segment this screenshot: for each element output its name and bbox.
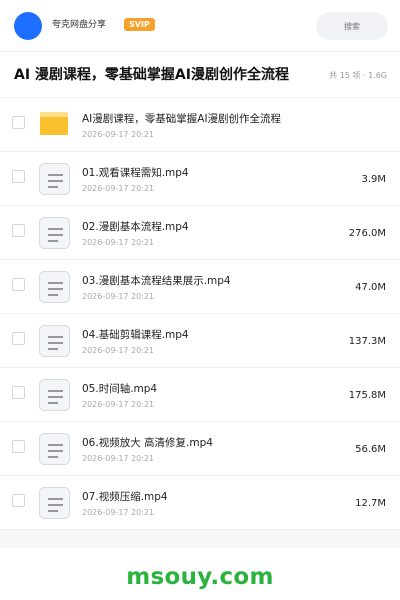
file-size: 47.0M <box>355 282 386 293</box>
file-row[interactable]: AI漫剧课程，零基础掌握AI漫剧创作全流程 2026-09-17 20:21 <box>0 98 400 152</box>
file-date: 2026-09-17 20:21 <box>82 400 155 409</box>
file-size: 3.9M <box>361 174 386 185</box>
file-row[interactable]: 02.漫剧基本流程.mp4 2026-09-17 20:21 276.0M <box>0 206 400 260</box>
file-name: 04.基础剪辑课程.mp4 <box>82 329 189 341</box>
file-row[interactable]: 04.基础剪辑课程.mp4 2026-09-17 20:21 137.3M <box>0 314 400 368</box>
file-icon <box>39 433 70 465</box>
search-input[interactable] <box>316 12 388 40</box>
file-row[interactable]: 07.视频压缩.mp4 2026-09-17 20:21 12.7M <box>0 476 400 530</box>
row-checkbox[interactable] <box>12 224 25 237</box>
file-name: 07.视频压缩.mp4 <box>82 491 168 503</box>
file-date: 2026-09-17 20:21 <box>82 454 155 463</box>
row-checkbox[interactable] <box>12 440 25 453</box>
footer: msouy.com <box>0 548 400 600</box>
folder-icon <box>39 109 70 141</box>
file-icon <box>39 487 70 519</box>
row-checkbox[interactable] <box>12 278 25 291</box>
file-name: 03.漫剧基本流程结果展示.mp4 <box>82 275 231 287</box>
file-name: 01.观看课程需知.mp4 <box>82 167 189 179</box>
user-avatar[interactable] <box>14 12 42 40</box>
file-size: 12.7M <box>355 498 386 509</box>
folder-meta: 共 15 项 · 1.6G <box>329 71 387 80</box>
page-title: AI 漫剧课程，零基础掌握AI漫剧创作全流程 <box>14 67 289 83</box>
file-icon <box>39 217 70 249</box>
row-checkbox[interactable] <box>12 116 25 129</box>
file-date: 2026-09-17 20:21 <box>82 238 155 247</box>
file-size: 175.8M <box>348 390 386 401</box>
row-checkbox[interactable] <box>12 170 25 183</box>
watermark-text: msouy.com <box>126 564 274 590</box>
file-row[interactable]: 05.时间轴.mp4 2026-09-17 20:21 175.8M <box>0 368 400 422</box>
file-icon <box>39 379 70 411</box>
file-date: 2026-09-17 20:21 <box>82 346 155 355</box>
file-list: AI漫剧课程，零基础掌握AI漫剧创作全流程 2026-09-17 20:21 01.… <box>0 98 400 530</box>
file-row[interactable]: 01.观看课程需知.mp4 2026-09-17 20:21 3.9M <box>0 152 400 206</box>
file-name: 02.漫剧基本流程.mp4 <box>82 221 189 233</box>
file-name: 05.时间轴.mp4 <box>82 383 158 395</box>
app-header: 夸克网盘分享 SVIP <box>0 0 400 52</box>
file-date: 2026-09-17 20:21 <box>82 184 155 193</box>
row-checkbox[interactable] <box>12 386 25 399</box>
file-date: 2026-09-17 20:21 <box>82 292 155 301</box>
file-name: 06.视频放大 高清修复.mp4 <box>82 437 213 449</box>
file-row[interactable]: 03.漫剧基本流程结果展示.mp4 2026-09-17 20:21 47.0M <box>0 260 400 314</box>
user-name: 夸克网盘分享 <box>52 20 107 30</box>
file-name: AI漫剧课程，零基础掌握AI漫剧创作全流程 <box>82 113 282 125</box>
file-date: 2026-09-17 20:21 <box>82 508 155 517</box>
file-icon <box>39 163 70 195</box>
file-icon <box>39 271 70 303</box>
row-checkbox[interactable] <box>12 332 25 345</box>
file-size: 276.0M <box>348 228 386 239</box>
file-size: 137.3M <box>348 336 386 347</box>
vip-badge: SVIP <box>124 18 155 31</box>
file-row[interactable]: 06.视频放大 高清修复.mp4 2026-09-17 20:21 56.6M <box>0 422 400 476</box>
folder-title-bar: AI 漫剧课程，零基础掌握AI漫剧创作全流程 共 15 项 · 1.6G <box>0 52 400 98</box>
row-checkbox[interactable] <box>12 494 25 507</box>
file-date: 2026-09-17 20:21 <box>82 130 155 139</box>
file-icon <box>39 325 70 357</box>
file-size: 56.6M <box>355 444 386 455</box>
